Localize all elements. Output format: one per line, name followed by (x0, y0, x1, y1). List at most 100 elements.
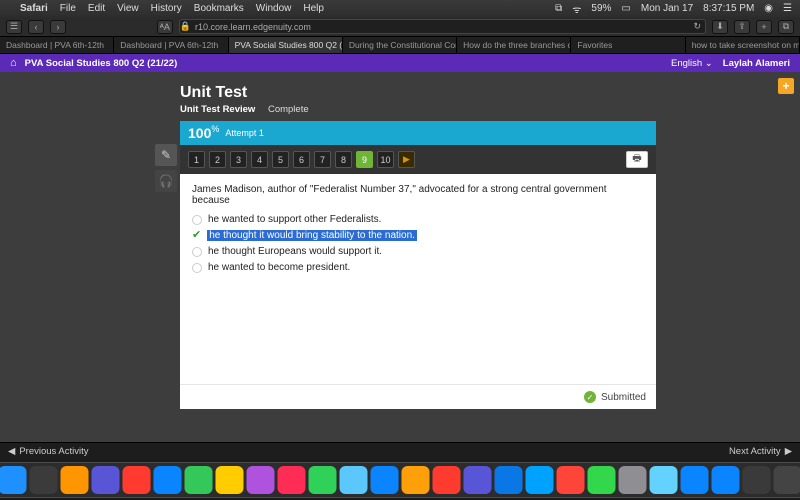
dock-app-icon[interactable] (340, 466, 368, 494)
course-bar: ⌂ PVA Social Studies 800 Q2 (21/22) Engl… (0, 54, 800, 72)
battery-icon: ▭ (621, 3, 630, 14)
dock-app-icon[interactable] (650, 466, 678, 494)
option-row[interactable]: he thought Europeans would support it. (192, 246, 644, 257)
option-row[interactable]: he wanted to become president. (192, 262, 644, 273)
menu-bookmarks[interactable]: Bookmarks (194, 3, 244, 14)
radio-icon[interactable] (192, 215, 202, 225)
prev-activity-arrow-icon[interactable]: ◀ (8, 446, 15, 457)
question-nav: 1 2 3 4 5 6 7 8 9 10 ▶ 🖶 (180, 145, 656, 174)
menu-history[interactable]: History (151, 3, 182, 14)
lock-icon: 🔒 (180, 21, 191, 32)
app-name[interactable]: Safari (20, 3, 48, 14)
qnav-8[interactable]: 8 (335, 151, 352, 168)
download-button[interactable]: ⬇ (712, 20, 728, 34)
dock-app-icon[interactable] (278, 466, 306, 494)
menu-file[interactable]: File (60, 3, 76, 14)
menu-window[interactable]: Window (256, 3, 292, 14)
option-row-correct[interactable]: ✔ he thought it would bring stability to… (192, 230, 644, 241)
qnav-next[interactable]: ▶ (398, 151, 415, 168)
add-button[interactable]: + (778, 78, 794, 94)
dock-app-icon[interactable] (743, 466, 771, 494)
qnav-5[interactable]: 5 (272, 151, 289, 168)
url-text: r10.core.learn.edgenuity.com (195, 22, 311, 32)
dock-app-icon[interactable] (433, 466, 461, 494)
dock-app-icon[interactable] (557, 466, 585, 494)
next-activity-arrow-icon[interactable]: ▶ (785, 446, 792, 457)
assignment-title: Unit Test (180, 84, 656, 102)
qnav-3[interactable]: 3 (230, 151, 247, 168)
browser-tab[interactable]: How do the three branches of t... (457, 37, 571, 53)
assignment-subtitle: Unit Test Review (180, 104, 255, 115)
newtab-button[interactable]: + (756, 20, 772, 34)
option-text: he thought Europeans would support it. (208, 246, 382, 257)
menu-help[interactable]: Help (303, 3, 324, 14)
wifi-icon[interactable]: ᯤ (572, 2, 581, 16)
qnav-7[interactable]: 7 (314, 151, 331, 168)
browser-tab[interactable]: Favorites (571, 37, 685, 53)
home-icon[interactable]: ⌂ (10, 57, 17, 69)
score-percent: 100 (188, 125, 211, 141)
user-name[interactable]: Laylah Alameri (723, 58, 790, 69)
dock-app-icon[interactable] (92, 466, 120, 494)
dock-app-icon[interactable] (495, 466, 523, 494)
battery-text: 59% (591, 3, 611, 14)
dock-app-icon[interactable] (154, 466, 182, 494)
dock-app-icon[interactable] (0, 466, 27, 494)
browser-tab[interactable]: During the Constitutional Conv... (343, 37, 457, 53)
sidebar-toggle-icon[interactable]: ☰ (6, 20, 22, 34)
prev-activity[interactable]: Previous Activity (19, 446, 88, 457)
browser-tab[interactable]: Dashboard | PVA 6th-12th (114, 37, 228, 53)
dock-app-icon[interactable] (247, 466, 275, 494)
language-dropdown[interactable]: English ⌄ (671, 58, 713, 69)
back-button[interactable]: ‹ (28, 20, 44, 34)
menu-view[interactable]: View (117, 3, 139, 14)
question-area: James Madison, author of "Federalist Num… (180, 174, 656, 384)
score-bar: 100% Attempt 1 (180, 121, 656, 145)
dock-app-icon[interactable] (464, 466, 492, 494)
browser-tab-active[interactable]: PVA Social Studies 800 Q2 (21/... (229, 37, 343, 53)
dock-app-icon[interactable] (588, 466, 616, 494)
dock-app-icon[interactable] (712, 466, 740, 494)
dock-app-icon[interactable] (526, 466, 554, 494)
forward-button[interactable]: › (50, 20, 66, 34)
qnav-1[interactable]: 1 (188, 151, 205, 168)
browser-tabs: Dashboard | PVA 6th-12th Dashboard | PVA… (0, 37, 800, 54)
dock-app-icon[interactable] (309, 466, 337, 494)
browser-tab[interactable]: Dashboard | PVA 6th-12th (0, 37, 114, 53)
dock-app-icon[interactable] (681, 466, 709, 494)
dock-app-icon[interactable] (216, 466, 244, 494)
mac-menubar: Safari File Edit View History Bookmarks … (0, 0, 800, 17)
dock-app-icon[interactable] (30, 466, 58, 494)
pencil-tool-icon[interactable]: ✎ (155, 144, 177, 166)
option-row[interactable]: he wanted to support other Federalists. (192, 214, 644, 225)
dock-app-icon[interactable] (619, 466, 647, 494)
headphones-tool-icon[interactable]: 🎧 (155, 170, 177, 192)
qnav-2[interactable]: 2 (209, 151, 226, 168)
dock-app-icon[interactable] (61, 466, 89, 494)
qnav-4[interactable]: 4 (251, 151, 268, 168)
menu-edit[interactable]: Edit (88, 3, 105, 14)
screen-mirror-icon[interactable]: ⧉ (555, 3, 562, 14)
dock-app-icon[interactable] (402, 466, 430, 494)
dock-app-icon[interactable] (185, 466, 213, 494)
qnav-6[interactable]: 6 (293, 151, 310, 168)
radio-icon[interactable] (192, 263, 202, 273)
siri-icon[interactable]: ◉ (764, 3, 773, 14)
browser-tab[interactable]: how to take screenshot on mac... (686, 37, 800, 53)
reader-button[interactable]: ᴬA (157, 20, 173, 34)
next-activity[interactable]: Next Activity (729, 446, 781, 457)
url-bar[interactable]: 🔒 r10.core.learn.edgenuity.com ↻ (179, 19, 706, 34)
reload-icon[interactable]: ↻ (693, 21, 705, 32)
tabs-button[interactable]: ⧉ (778, 20, 794, 34)
dock-app-icon[interactable] (371, 466, 399, 494)
print-button[interactable]: 🖶 (626, 151, 648, 168)
dock-app-icon[interactable] (123, 466, 151, 494)
qnav-10[interactable]: 10 (377, 151, 394, 168)
control-center-icon[interactable]: ☰ (783, 3, 792, 14)
qnav-9-current[interactable]: 9 (356, 151, 373, 168)
radio-icon[interactable] (192, 247, 202, 257)
dock-app-icon[interactable] (774, 466, 800, 494)
menubar-time: 8:37:15 PM (703, 3, 754, 14)
assignment-status: Complete (268, 104, 309, 115)
share-button[interactable]: ⇪ (734, 20, 750, 34)
